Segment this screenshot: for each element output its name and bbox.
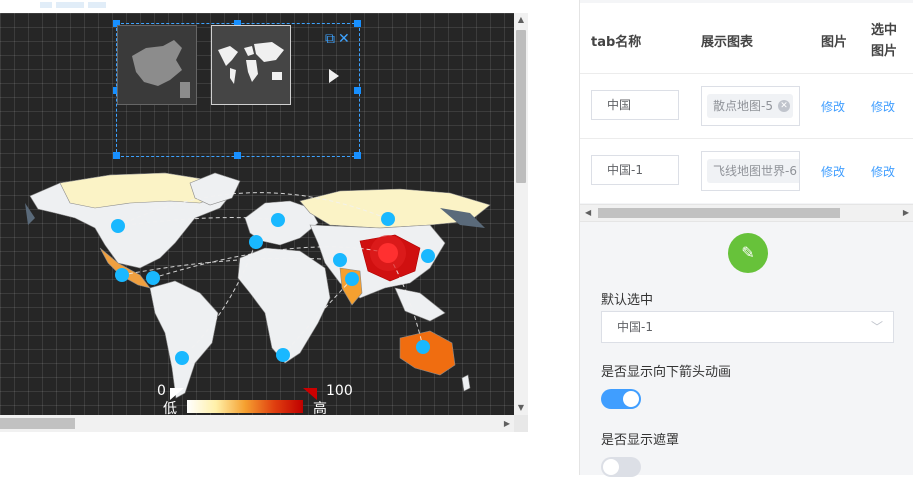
chart-tag: 散点地图-5 ✕ [707, 94, 793, 118]
header-image: 图片 [821, 35, 848, 50]
africa [237, 247, 331, 364]
scrollbar-thumb[interactable] [0, 418, 75, 429]
header-tab-name: tab名称 [591, 35, 642, 50]
chart-select[interactable]: 散点地图-5 ✕ [701, 86, 800, 126]
scroll-right-icon[interactable]: ▶ [903, 205, 909, 221]
tab-name-input[interactable]: 中国-1 [591, 155, 679, 185]
toggle-knob [603, 459, 619, 475]
tab-thumb-china[interactable] [117, 25, 197, 105]
scroll-down-icon[interactable]: ▼ [514, 401, 528, 415]
legend-high-label: 高 [313, 401, 327, 415]
legend-low-label: 低 [163, 401, 177, 415]
resize-handle[interactable] [354, 87, 361, 94]
canvas-vertical-scrollbar[interactable]: ▲ ▼ [514, 13, 528, 415]
resize-handle[interactable] [113, 152, 120, 159]
mask-toggle[interactable] [601, 457, 641, 477]
tab-thumb-world[interactable] [211, 25, 291, 105]
design-canvas[interactable]: ⧉ ✕ 0 100 低 高 [0, 13, 514, 415]
table-horizontal-scrollbar[interactable]: ◀ ▶ [580, 204, 913, 222]
mask-label: 是否显示遮罩 [601, 433, 680, 448]
resize-handle[interactable] [354, 152, 361, 159]
scrollbar-corner [514, 415, 528, 432]
scroll-left-icon[interactable]: ◀ [585, 205, 591, 221]
canvas-horizontal-scrollbar[interactable]: ▶ [0, 415, 514, 432]
world-map-icon [218, 42, 284, 84]
tag-close-icon[interactable]: ✕ [777, 100, 790, 112]
edit-image-link[interactable]: 修改 [821, 98, 845, 115]
default-selected-value: 中国-1 [617, 320, 653, 334]
south-east-asia [394, 287, 446, 322]
chart-tag: 飞线地图世界-6 ✕ [707, 159, 799, 183]
scroll-right-icon[interactable]: ▶ [504, 415, 510, 432]
scrollbar-thumb[interactable] [516, 30, 526, 183]
arrow-right-icon[interactable] [329, 69, 339, 83]
edit-button[interactable]: ✎ [728, 233, 768, 273]
default-selected-label: 默认选中 [601, 293, 654, 308]
nz [461, 374, 471, 392]
default-selected-select[interactable]: 中国-1 ﹀ [601, 311, 894, 343]
tab-name-input[interactable]: 中国 [591, 90, 679, 120]
header-selected-image: 选中 图片 [871, 23, 898, 59]
copy-icon[interactable]: ⧉ [325, 31, 335, 47]
tab-config-table: tab名称 展示图表 图片 选中 图片 中国 散点地图-5 ✕ 修改 修改 中国… [580, 3, 913, 203]
south-america [149, 280, 219, 399]
header-chart: 展示图表 [701, 35, 754, 50]
resize-handle[interactable] [354, 20, 361, 27]
property-panel: tab名称 展示图表 图片 选中 图片 中国 散点地图-5 ✕ 修改 修改 中国… [579, 0, 913, 477]
row-divider [580, 73, 913, 74]
edit-selected-image-link[interactable]: 修改 [871, 163, 895, 180]
faded-header-text [40, 0, 110, 10]
arrow-animation-label: 是否显示向下箭头动画 [601, 365, 732, 380]
legend-max-label: 100 [326, 383, 353, 399]
row-divider [580, 138, 913, 139]
chart-select[interactable]: 飞线地图世界-6 ✕ [701, 151, 800, 191]
legend-gradient-bar [187, 400, 303, 413]
arrow-animation-toggle[interactable] [601, 389, 641, 409]
toggle-knob [623, 391, 639, 407]
visual-map-legend: 0 100 低 高 [157, 383, 353, 415]
chevron-down-icon: ﹀ [870, 320, 883, 334]
pencil-icon: ✎ [741, 243, 755, 262]
scroll-up-icon[interactable]: ▲ [514, 13, 528, 27]
scrollbar-thumb[interactable] [598, 208, 840, 218]
resize-handle[interactable] [234, 152, 241, 159]
component-toolbar: ⧉ ✕ [325, 31, 350, 47]
china-map-icon [132, 40, 190, 98]
legend-min-label: 0 [157, 383, 166, 399]
close-icon[interactable]: ✕ [338, 31, 350, 47]
edit-selected-image-link[interactable]: 修改 [871, 98, 895, 115]
australia [399, 330, 456, 376]
edit-image-link[interactable]: 修改 [821, 163, 845, 180]
